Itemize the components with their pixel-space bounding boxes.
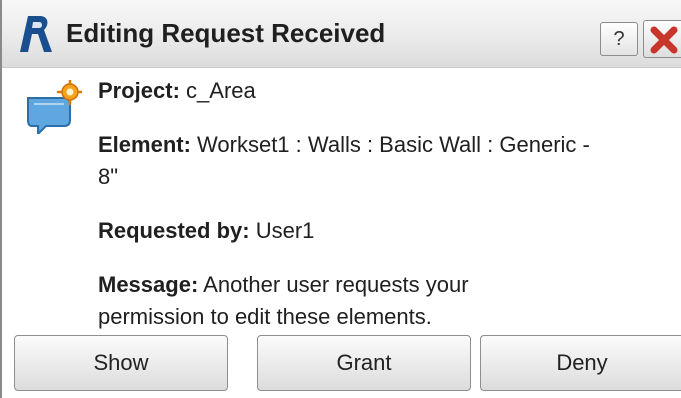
show-button[interactable]: Show xyxy=(14,335,228,391)
help-button[interactable]: ? xyxy=(600,22,638,56)
editing-request-dialog: Editing Request Received ? Project: c_Ar… xyxy=(0,0,681,398)
element-field: Element: Workset1 : Walls : Basic Wall :… xyxy=(98,128,590,162)
grant-button[interactable]: Grant xyxy=(257,335,471,391)
title-bar[interactable]: Editing Request Received ? xyxy=(2,0,681,68)
element-value: Workset1 : Walls : Basic Wall : Generic … xyxy=(190,132,590,157)
element-label: Element: xyxy=(98,132,191,157)
project-label: Project: xyxy=(98,78,180,103)
message-value-continued: permission to edit these elements. xyxy=(98,304,432,329)
message-label: Message: xyxy=(98,272,199,297)
deny-button[interactable]: Deny xyxy=(480,335,681,391)
close-icon xyxy=(650,26,678,54)
revit-icon xyxy=(20,16,52,52)
requested-by-label: Requested by: xyxy=(98,218,250,243)
dialog-content: Project: c_Area Element: Workset1 : Wall… xyxy=(2,68,681,398)
message-request-icon xyxy=(27,80,82,134)
project-field: Project: c_Area xyxy=(98,74,256,108)
message-value: Another user requests your xyxy=(198,272,469,297)
help-label: ? xyxy=(613,28,625,50)
element-value-continued: 8" xyxy=(98,164,119,189)
message-field: Message: Another user requests your xyxy=(98,268,469,302)
requested-by-field: Requested by: User1 xyxy=(98,214,314,248)
dialog-title: Editing Request Received xyxy=(66,18,386,48)
close-button[interactable] xyxy=(643,20,681,58)
requested-by-value: User1 xyxy=(249,218,315,243)
project-value: c_Area xyxy=(179,78,256,103)
